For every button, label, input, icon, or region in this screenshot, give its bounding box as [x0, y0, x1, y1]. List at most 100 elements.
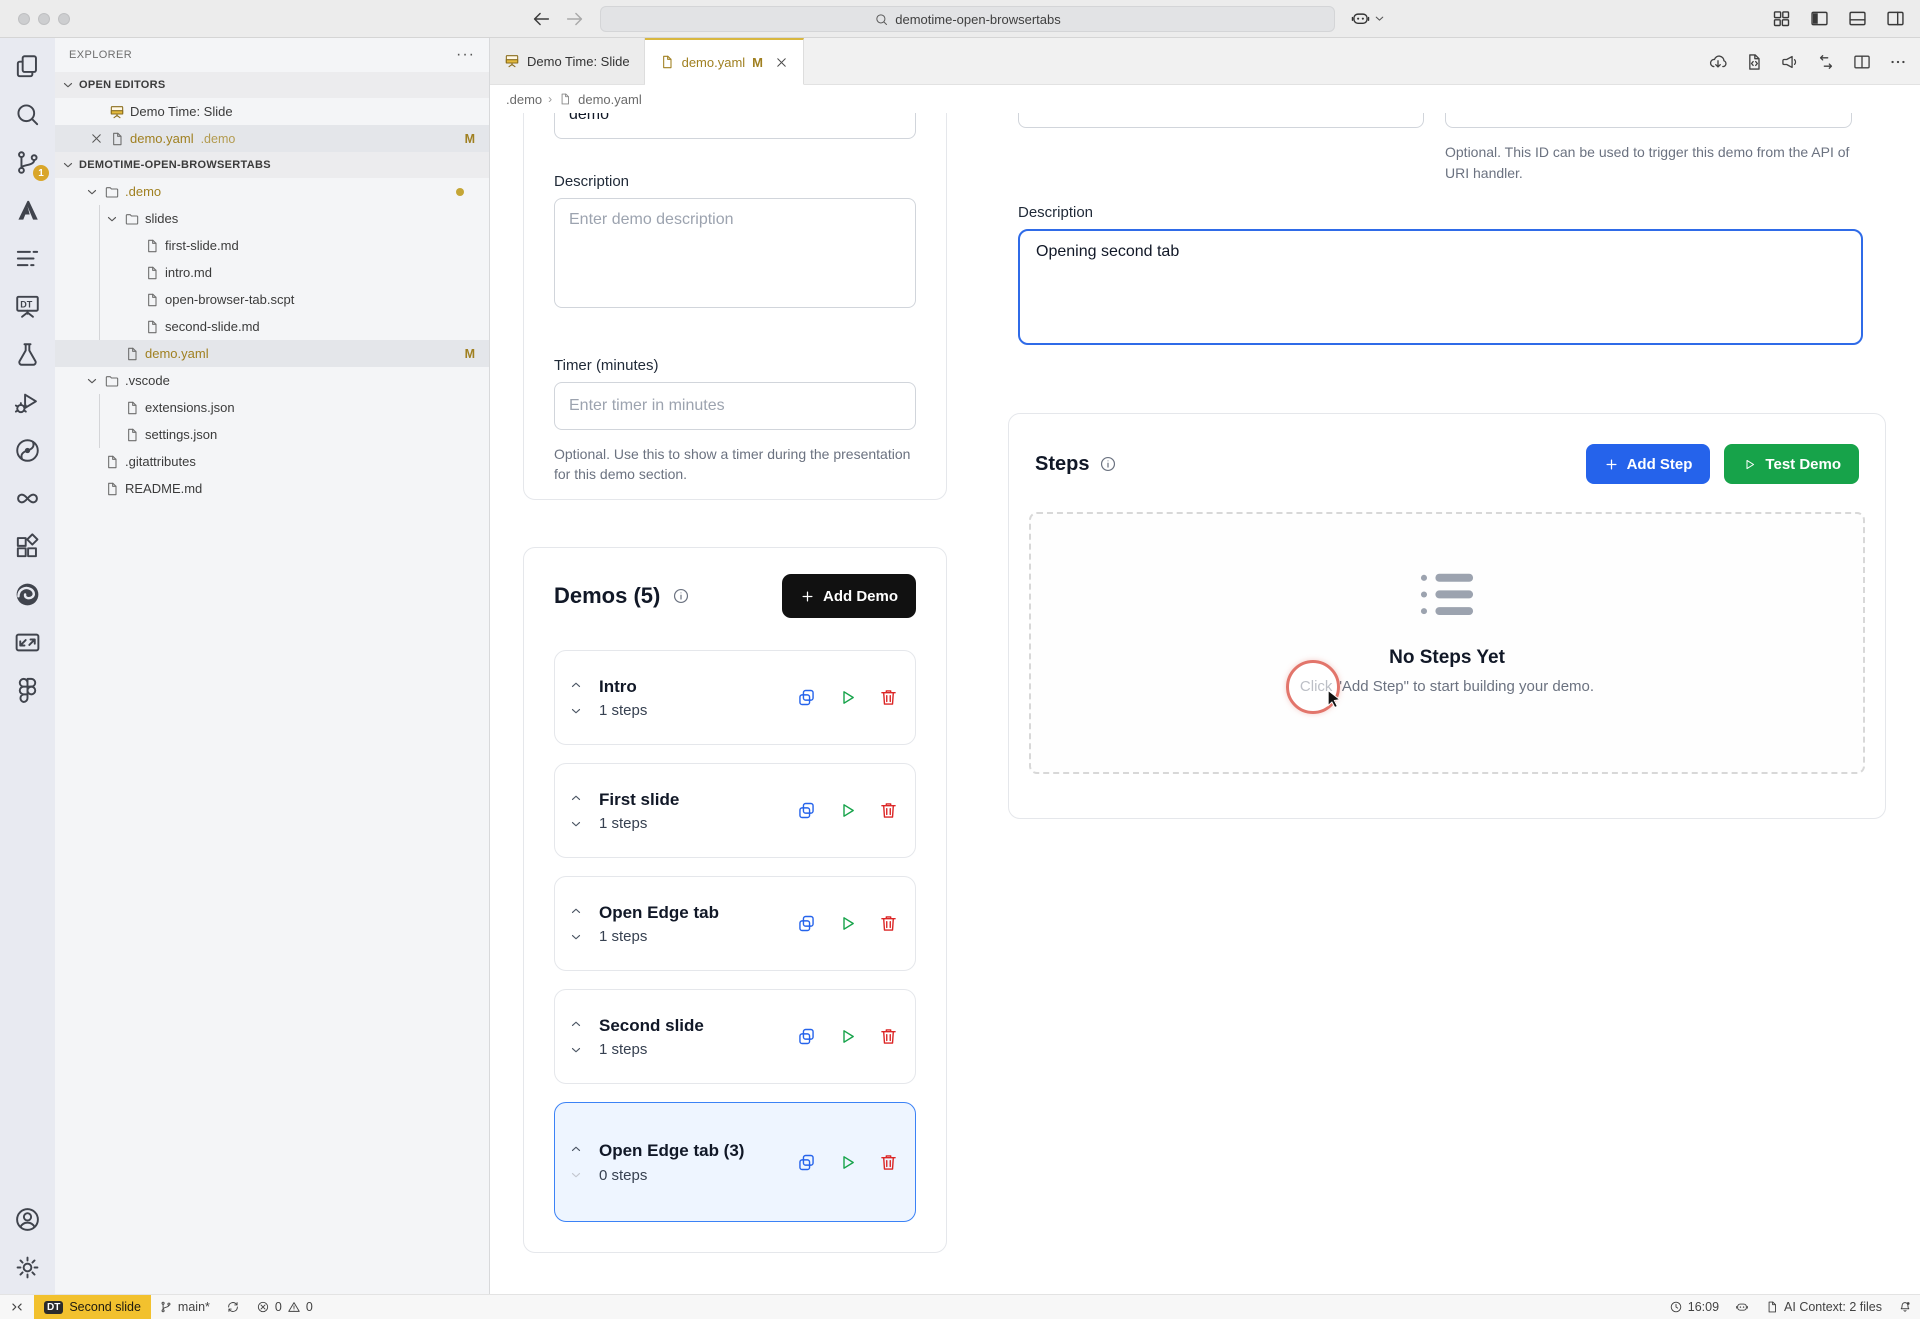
tab-demo-time-slide[interactable]: Demo Time: Slide [490, 38, 645, 84]
move-demo-down-icon[interactable] [569, 1043, 583, 1057]
remote-indicator[interactable] [0, 1295, 34, 1319]
demo-time-icon[interactable]: DT [13, 292, 42, 321]
copilot-menu-button[interactable] [1350, 8, 1386, 29]
open-editors-header[interactable]: OPEN EDITORS [55, 72, 489, 98]
demo-title-input-partial[interactable] [1018, 113, 1424, 128]
expand-icon[interactable] [85, 185, 99, 199]
demo-card[interactable]: Second slide 1 steps [554, 989, 916, 1084]
tree-item[interactable]: first-slide.md [55, 232, 489, 259]
source-control-icon[interactable]: 1 [13, 148, 42, 177]
accounts-icon[interactable] [13, 1205, 42, 1234]
duplicate-demo-icon[interactable] [796, 800, 817, 821]
tree-item[interactable]: extensions.json [55, 394, 489, 421]
clock-item[interactable]: 16:09 [1661, 1295, 1727, 1319]
move-demo-up-icon[interactable] [569, 1142, 583, 1156]
command-center-search[interactable]: demotime-open-browsertabs [600, 6, 1335, 32]
breadcrumb[interactable]: .demo › demo.yaml [490, 85, 1920, 113]
delete-demo-icon[interactable] [878, 800, 899, 821]
duplicate-demo-icon[interactable] [796, 913, 817, 934]
duplicate-demo-icon[interactable] [796, 1026, 817, 1047]
demo-description-input-focused[interactable]: Opening second tab [1018, 229, 1863, 345]
open-editor-row[interactable]: demo.yaml .demo M [55, 125, 489, 152]
tree-item[interactable]: slides [55, 205, 489, 232]
delete-demo-icon[interactable] [878, 913, 899, 934]
extensions-box-icon[interactable] [13, 532, 42, 561]
problems-item[interactable]: 0 0 [248, 1295, 321, 1319]
tree-item[interactable]: open-browser-tab.scpt [55, 286, 489, 313]
screencast-icon[interactable] [13, 628, 42, 657]
move-demo-up-icon[interactable] [569, 904, 583, 918]
swirl-extension-icon[interactable] [13, 436, 42, 465]
workspace-header[interactable]: DEMOTIME-OPEN-BROWSERTABS [55, 152, 489, 178]
breadcrumb-folder[interactable]: .demo [506, 92, 542, 107]
run-demo-icon[interactable] [837, 1026, 858, 1047]
run-demo-icon[interactable] [837, 800, 858, 821]
ai-context-item[interactable]: AI Context: 2 files [1757, 1295, 1890, 1319]
navigate-forward-icon[interactable] [564, 8, 586, 30]
tree-item[interactable]: README.md [55, 475, 489, 502]
minimize-window-button[interactable] [38, 13, 50, 25]
window-controls[interactable] [18, 13, 70, 25]
tree-item[interactable]: .demo [55, 178, 489, 205]
explorer-icon[interactable] [13, 52, 42, 81]
duplicate-demo-icon[interactable] [796, 687, 817, 708]
delete-demo-icon[interactable] [878, 1026, 899, 1047]
toggle-primary-sidebar-icon[interactable] [1809, 8, 1830, 29]
search-view-icon[interactable] [13, 100, 42, 129]
run-debug-icon[interactable] [13, 388, 42, 417]
copilot-status-item[interactable] [1727, 1295, 1757, 1319]
edge-browser-icon[interactable] [13, 580, 42, 609]
close-editor-icon[interactable] [89, 131, 104, 146]
demo-card[interactable]: Open Edge tab (3) 0 steps [554, 1102, 916, 1222]
move-demo-up-icon[interactable] [569, 678, 583, 692]
tab-demo-yaml[interactable]: demo.yaml M [645, 38, 804, 85]
open-editor-row[interactable]: Demo Time: Slide [55, 98, 489, 125]
views-more-actions-icon[interactable]: ··· [456, 46, 475, 64]
testing-icon[interactable] [13, 340, 42, 369]
test-demo-button[interactable]: Test Demo [1724, 444, 1859, 484]
notifications-item[interactable] [1890, 1295, 1920, 1319]
demo-description-input[interactable] [554, 198, 916, 308]
expand-icon[interactable] [85, 374, 99, 388]
close-window-button[interactable] [18, 13, 30, 25]
delete-demo-icon[interactable] [878, 687, 899, 708]
announcement-icon[interactable] [1780, 52, 1800, 72]
move-demo-up-icon[interactable] [569, 791, 583, 805]
git-branch-item[interactable]: main* [151, 1295, 218, 1319]
toggle-secondary-sidebar-icon[interactable] [1885, 8, 1906, 29]
expand-icon[interactable] [105, 212, 119, 226]
demo-card[interactable]: Open Edge tab 1 steps [554, 876, 916, 971]
customize-layout-icon[interactable] [1771, 8, 1792, 29]
timer-input[interactable] [554, 382, 916, 430]
tree-item[interactable]: demo.yaml M [55, 340, 489, 367]
demo-id-input-partial[interactable] [1445, 113, 1852, 128]
open-source-file-icon[interactable] [1744, 52, 1764, 72]
azure-icon[interactable] [13, 196, 42, 225]
outline-list-icon[interactable] [13, 244, 42, 273]
figma-icon[interactable] [13, 676, 42, 705]
sync-changes-item[interactable] [218, 1295, 248, 1319]
delete-demo-icon[interactable] [878, 1152, 899, 1173]
maximize-window-button[interactable] [58, 13, 70, 25]
demo-card[interactable]: First slide 1 steps [554, 763, 916, 858]
move-demo-down-icon[interactable] [569, 1168, 583, 1182]
demo-card[interactable]: Intro 1 steps [554, 650, 916, 745]
move-demo-down-icon[interactable] [569, 704, 583, 718]
info-icon[interactable] [1099, 455, 1117, 473]
tree-item[interactable]: settings.json [55, 421, 489, 448]
tree-item[interactable]: intro.md [55, 259, 489, 286]
settings-gear-icon[interactable] [13, 1253, 42, 1282]
add-demo-button[interactable]: Add Demo [782, 574, 916, 618]
breadcrumb-file[interactable]: demo.yaml [578, 92, 642, 107]
more-actions-icon[interactable] [1888, 52, 1908, 72]
run-demo-icon[interactable] [837, 913, 858, 934]
add-step-button[interactable]: Add Step [1586, 444, 1711, 484]
split-editor-icon[interactable] [1852, 52, 1872, 72]
toggle-panel-icon[interactable] [1847, 8, 1868, 29]
close-tab-icon[interactable] [774, 55, 789, 70]
infinity-extension-icon[interactable] [13, 484, 42, 513]
tree-item[interactable]: .vscode [55, 367, 489, 394]
navigate-back-icon[interactable] [530, 8, 552, 30]
duplicate-demo-icon[interactable] [796, 1152, 817, 1173]
demo-id-input[interactable] [554, 113, 916, 139]
